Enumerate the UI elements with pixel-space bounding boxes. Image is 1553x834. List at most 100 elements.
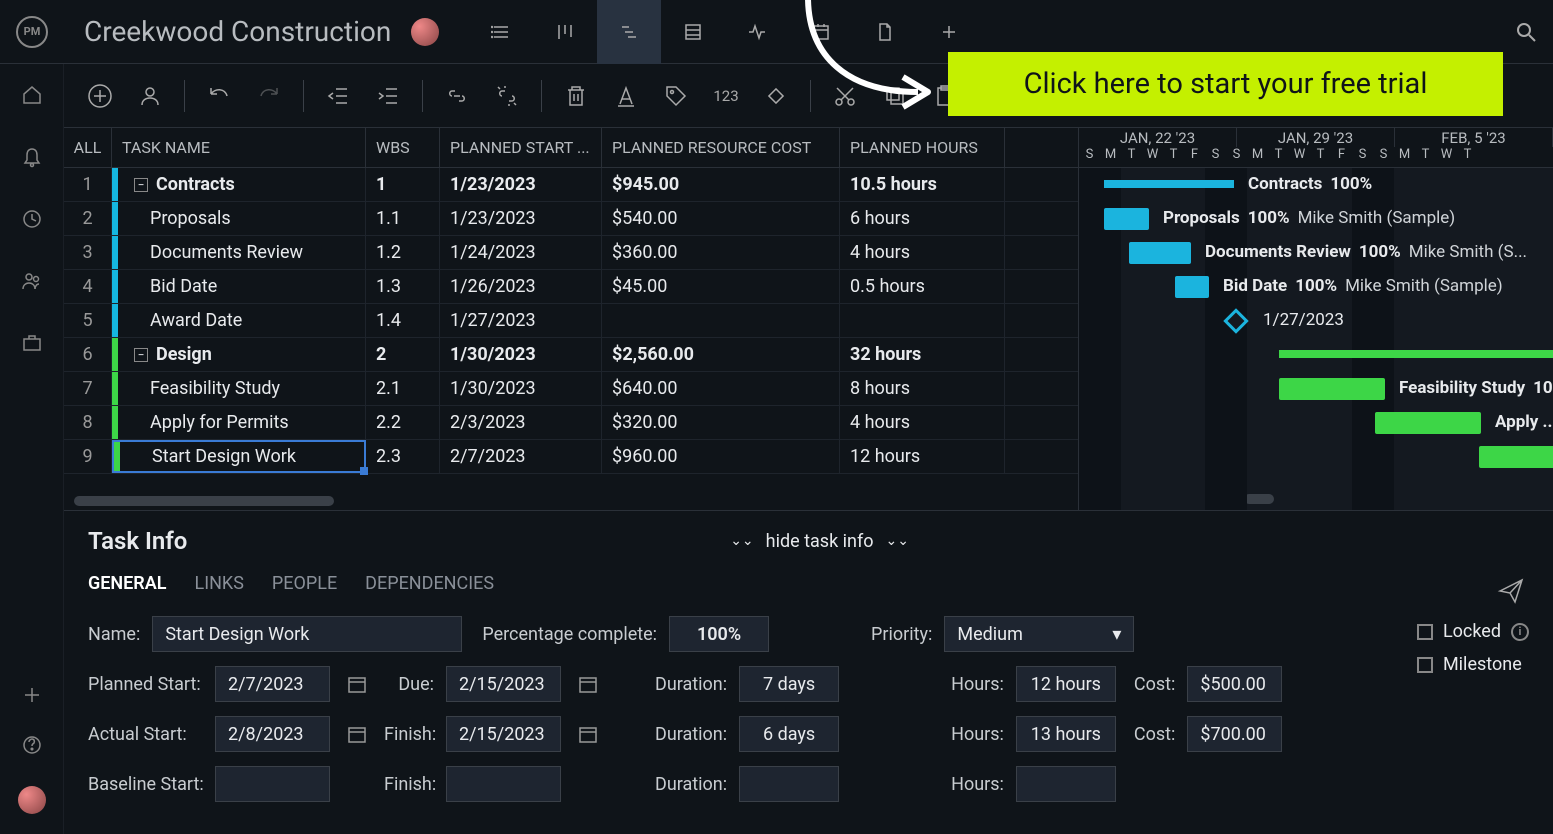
col-wbs[interactable]: WBS <box>366 128 440 167</box>
planned-hours-input[interactable] <box>1016 666 1116 702</box>
actual-start-label: Actual Start: <box>88 724 203 745</box>
cta-banner[interactable]: Click here to start your free trial <box>948 52 1503 116</box>
locked-checkbox[interactable] <box>1417 624 1433 640</box>
task-row[interactable]: 3 Documents Review 1.2 1/24/2023 $360.00… <box>64 236 1078 270</box>
col-resource-cost[interactable]: PLANNED RESOURCE COST <box>602 128 840 167</box>
task-row[interactable]: 9 Start Design Work 2.3 2/7/2023 $960.00… <box>64 440 1078 474</box>
app-logo[interactable]: PM <box>16 16 48 48</box>
add-circle-icon[interactable] <box>84 80 116 112</box>
gantt-day-label: S <box>1352 147 1373 167</box>
view-sheet-icon[interactable] <box>661 0 725 64</box>
gantt-bar[interactable] <box>1375 412 1481 434</box>
baseline-duration-input[interactable] <box>739 766 839 802</box>
planned-duration-input[interactable] <box>739 666 839 702</box>
milestone-checkbox[interactable] <box>1417 657 1433 673</box>
gantt-bar[interactable] <box>1279 378 1385 400</box>
collapse-toggle[interactable]: − <box>134 178 148 192</box>
trash-icon[interactable] <box>560 80 592 112</box>
gantt-bar-label: Documents Review 100% Mike Smith (S... <box>1205 242 1527 262</box>
view-file-icon[interactable] <box>853 0 917 64</box>
actual-cost-input[interactable] <box>1187 716 1282 752</box>
cut-icon[interactable] <box>829 80 861 112</box>
col-planned-start[interactable]: PLANNED START ... <box>440 128 602 167</box>
tab-people[interactable]: PEOPLE <box>272 573 337 594</box>
undo-icon[interactable] <box>203 80 235 112</box>
task-row[interactable]: 5 Award Date 1.4 1/27/2023 <box>64 304 1078 338</box>
col-planned-hours[interactable]: PLANNED HOURS <box>840 128 1005 167</box>
clock-icon[interactable] <box>21 208 43 230</box>
redo-icon[interactable] <box>253 80 285 112</box>
hide-task-info-button[interactable]: ⌄⌄ hide task info ⌄⌄ <box>730 531 909 552</box>
task-row[interactable]: 8 Apply for Permits 2.2 2/3/2023 $320.00… <box>64 406 1078 440</box>
home-icon[interactable] <box>21 84 43 106</box>
planned-start-input[interactable] <box>215 666 330 702</box>
user-avatar[interactable] <box>411 18 439 46</box>
task-name-text: Feasibility Study <box>150 378 280 399</box>
tab-dependencies[interactable]: DEPENDENCIES <box>365 573 494 594</box>
task-name-text: Design <box>156 344 212 365</box>
actual-duration-input[interactable] <box>739 716 839 752</box>
tab-links[interactable]: LINKS <box>195 573 244 594</box>
col-all[interactable]: ALL <box>64 128 112 167</box>
text-style-icon[interactable] <box>610 80 642 112</box>
task-row[interactable]: 7 Feasibility Study 2.1 1/30/2023 $640.0… <box>64 372 1078 406</box>
user-avatar-small[interactable] <box>18 786 46 814</box>
baseline-hours-input[interactable] <box>1016 766 1116 802</box>
gantt-bar[interactable] <box>1129 242 1191 264</box>
gantt-week-label: JAN, 22 '23 <box>1079 128 1237 147</box>
milestone-diamond-icon[interactable] <box>760 80 792 112</box>
view-list-icon[interactable] <box>469 0 533 64</box>
baseline-start-input[interactable] <box>215 766 330 802</box>
collapse-toggle[interactable]: − <box>134 348 148 362</box>
gantt-bar[interactable] <box>1175 276 1209 298</box>
gantt-bar[interactable] <box>1104 208 1149 230</box>
calendar-icon[interactable] <box>573 667 603 701</box>
view-gantt-icon[interactable] <box>597 0 661 64</box>
view-activity-icon[interactable] <box>725 0 789 64</box>
people-icon[interactable] <box>21 270 43 292</box>
task-row[interactable]: 2 Proposals 1.1 1/23/2023 $540.00 6 hour… <box>64 202 1078 236</box>
link-icon[interactable] <box>441 80 473 112</box>
view-calendar-icon[interactable] <box>789 0 853 64</box>
task-row[interactable]: 6 −Design 2 1/30/2023 $2,560.00 32 hours <box>64 338 1078 372</box>
actual-start-input[interactable] <box>215 716 330 752</box>
baseline-finish-input[interactable] <box>446 766 561 802</box>
pct-complete-input[interactable] <box>669 616 769 652</box>
calendar-icon[interactable] <box>342 667 372 701</box>
col-task-name[interactable]: TASK NAME <box>112 128 366 167</box>
gantt-bar-label: Bid Date 100% Mike Smith (Sample) <box>1223 276 1503 296</box>
gantt-bar[interactable] <box>1479 446 1553 468</box>
help-icon[interactable] <box>21 734 43 756</box>
calendar-icon[interactable] <box>573 717 603 751</box>
tag-icon[interactable] <box>660 80 692 112</box>
due-input[interactable] <box>446 666 561 702</box>
info-icon[interactable]: i <box>1511 623 1529 641</box>
actual-finish-input[interactable] <box>446 716 561 752</box>
gantt-bar[interactable] <box>1279 350 1553 358</box>
grid-horizontal-scrollbar[interactable] <box>74 496 334 506</box>
outdent-icon[interactable] <box>322 80 354 112</box>
search-icon[interactable] <box>1515 21 1537 43</box>
numbers-icon[interactable]: 123 <box>710 80 742 112</box>
indent-icon[interactable] <box>372 80 404 112</box>
task-row[interactable]: 1 −Contracts 1 1/23/2023 $945.00 10.5 ho… <box>64 168 1078 202</box>
copy-icon[interactable] <box>879 80 911 112</box>
tab-general[interactable]: GENERAL <box>88 573 167 594</box>
add-icon[interactable] <box>23 686 41 704</box>
briefcase-icon[interactable] <box>21 332 43 354</box>
priority-select[interactable]: Medium▾ <box>944 616 1134 652</box>
task-row[interactable]: 4 Bid Date 1.3 1/26/2023 $45.00 0.5 hour… <box>64 270 1078 304</box>
gantt-bar[interactable] <box>1104 180 1234 188</box>
bell-icon[interactable] <box>21 146 43 168</box>
calendar-icon[interactable] <box>342 717 372 751</box>
assign-person-icon[interactable] <box>134 80 166 112</box>
planned-cost-input[interactable] <box>1187 666 1282 702</box>
gantt-day-label: S <box>1226 147 1247 167</box>
view-board-icon[interactable] <box>533 0 597 64</box>
cost-label: Cost: <box>1134 674 1176 695</box>
task-name-input[interactable] <box>152 616 462 652</box>
unlink-icon[interactable] <box>491 80 523 112</box>
gantt-horizontal-scrollbar[interactable] <box>1244 494 1274 504</box>
send-icon[interactable] <box>1497 577 1525 605</box>
actual-hours-input[interactable] <box>1016 716 1116 752</box>
